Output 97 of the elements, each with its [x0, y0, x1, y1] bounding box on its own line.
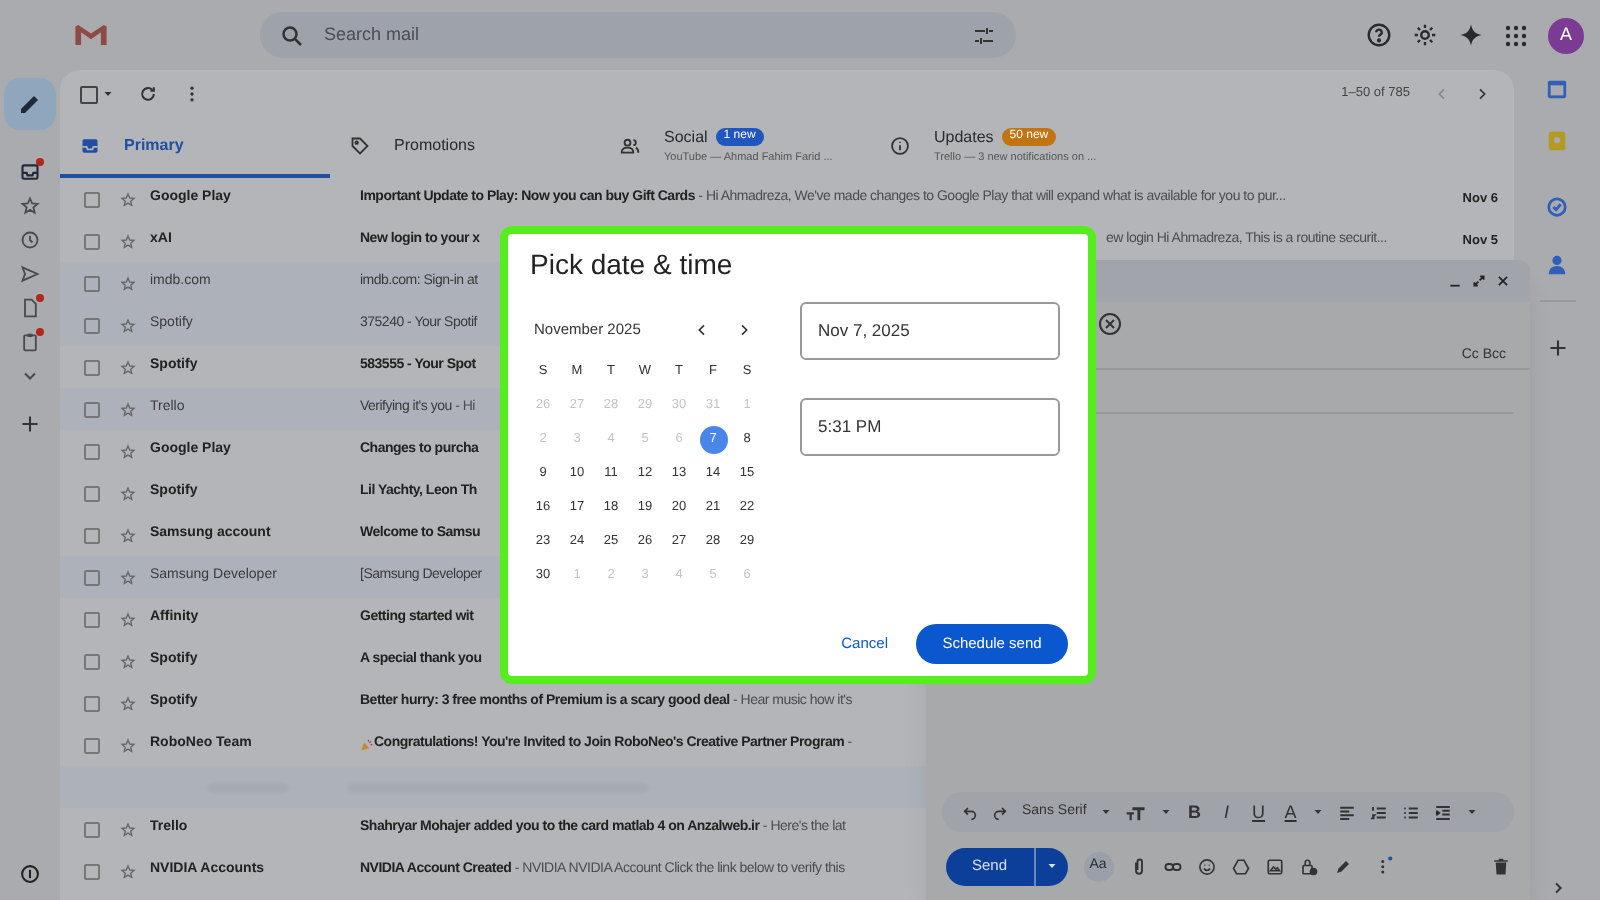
star-icon[interactable] [120, 527, 136, 543]
lock-clock-icon[interactable] [1299, 857, 1318, 875]
pen-icon[interactable] [1333, 857, 1352, 875]
time-field[interactable]: 5:31 PM [800, 398, 1060, 456]
row-checkbox[interactable] [84, 443, 100, 459]
row-checkbox[interactable] [84, 695, 100, 711]
row-checkbox[interactable] [84, 527, 100, 543]
italic-button[interactable]: I [1218, 803, 1235, 821]
tab-label: Promotions [394, 134, 475, 158]
clipboard-icon[interactable] [20, 332, 40, 352]
tag-icon [350, 136, 370, 156]
send-icon[interactable] [20, 264, 40, 284]
star-icon[interactable] [20, 196, 40, 216]
bold-button[interactable]: B [1186, 803, 1203, 821]
row-checkbox[interactable] [84, 611, 100, 627]
row-checkbox[interactable] [84, 863, 100, 879]
row-checkbox[interactable] [84, 569, 100, 585]
search-icon [280, 23, 304, 47]
pencil-icon [18, 92, 42, 116]
plus-icon[interactable] [20, 414, 40, 434]
search-placeholder: Search mail [324, 21, 422, 48]
expand-icon[interactable] [1472, 274, 1486, 288]
star-icon[interactable] [120, 443, 136, 459]
star-icon[interactable] [120, 821, 136, 837]
row-checkbox[interactable] [84, 317, 100, 333]
star-icon[interactable] [120, 737, 136, 753]
undo-icon[interactable] [962, 804, 978, 820]
tasks-icon[interactable] [1546, 196, 1568, 218]
star-icon[interactable] [120, 233, 136, 249]
inbox-icon [80, 136, 100, 156]
caret-icon[interactable] [102, 88, 114, 100]
tab-label: Social [664, 125, 708, 150]
link-icon[interactable] [1163, 857, 1182, 875]
refresh-icon[interactable] [138, 84, 158, 104]
select-all-checkbox[interactable] [80, 85, 98, 103]
star-icon[interactable] [120, 611, 136, 627]
contacts-icon[interactable] [1546, 254, 1568, 276]
row-checkbox[interactable] [84, 401, 100, 417]
star-icon[interactable] [120, 275, 136, 291]
close-icon[interactable] [1496, 274, 1510, 288]
dialog-title: Pick date & time [530, 246, 735, 284]
remove-chip-icon[interactable] [1098, 312, 1122, 336]
align-icon[interactable] [1338, 803, 1357, 821]
inbox-icon[interactable] [20, 162, 40, 182]
info-icon [890, 136, 910, 156]
star-icon[interactable] [120, 653, 136, 669]
image-icon[interactable] [1265, 857, 1284, 875]
star-icon[interactable] [120, 401, 136, 417]
underline-button[interactable]: U [1250, 803, 1267, 821]
sparkle-icon[interactable] [1458, 22, 1484, 48]
plus-icon[interactable] [1547, 338, 1567, 358]
filter-sliders-icon[interactable] [972, 23, 996, 47]
next-page-icon[interactable] [1474, 86, 1490, 102]
send-options-button[interactable] [1033, 847, 1068, 885]
star-icon[interactable] [120, 317, 136, 333]
bulleted-list-icon[interactable] [1402, 803, 1421, 821]
party-popper-icon [360, 738, 374, 752]
star-icon[interactable] [120, 359, 136, 375]
category-tab[interactable]: Promotions [330, 118, 600, 178]
redo-icon[interactable] [992, 804, 1008, 820]
help-icon[interactable] [1366, 22, 1392, 48]
star-icon[interactable] [120, 485, 136, 501]
compose-button[interactable] [4, 78, 56, 130]
star-icon[interactable] [120, 695, 136, 711]
tab-label: Primary [124, 134, 184, 158]
apps-grid-icon[interactable] [1504, 23, 1528, 47]
row-checkbox[interactable] [84, 653, 100, 669]
indent-icon[interactable] [1434, 803, 1453, 821]
avatar[interactable]: A [1548, 17, 1584, 53]
row-checkbox[interactable] [84, 233, 100, 249]
info-icon[interactable] [20, 864, 40, 884]
calendar-icon[interactable] [1546, 78, 1568, 100]
date-field[interactable]: Nov 7, 2025 [800, 302, 1060, 360]
emoji-icon[interactable] [1197, 857, 1216, 875]
attach-icon[interactable] [1129, 857, 1148, 875]
text-color-button[interactable]: A [1282, 803, 1299, 821]
row-checkbox[interactable] [84, 191, 100, 207]
star-icon[interactable] [120, 569, 136, 585]
star-icon[interactable] [120, 191, 136, 207]
next-month-icon[interactable] [736, 322, 752, 338]
caret-icon [1045, 860, 1058, 872]
star-icon[interactable] [120, 863, 136, 879]
row-checkbox[interactable] [84, 737, 100, 753]
tab-label: Updates [934, 125, 994, 150]
row-checkbox[interactable] [84, 359, 100, 375]
row-checkbox[interactable] [84, 275, 100, 291]
clock-icon[interactable] [20, 230, 40, 250]
numbered-list-icon[interactable] [1370, 803, 1389, 821]
more-options-icon[interactable] [1375, 856, 1394, 876]
people-icon [620, 136, 640, 156]
row-checkbox[interactable] [84, 821, 100, 837]
mail-logo-icon [74, 22, 108, 48]
text-size-icon[interactable] [1126, 803, 1147, 821]
row-checkbox[interactable] [84, 485, 100, 501]
trash-icon[interactable] [1492, 857, 1510, 875]
previous-month-icon[interactable] [694, 322, 710, 338]
document-icon[interactable] [20, 298, 40, 318]
